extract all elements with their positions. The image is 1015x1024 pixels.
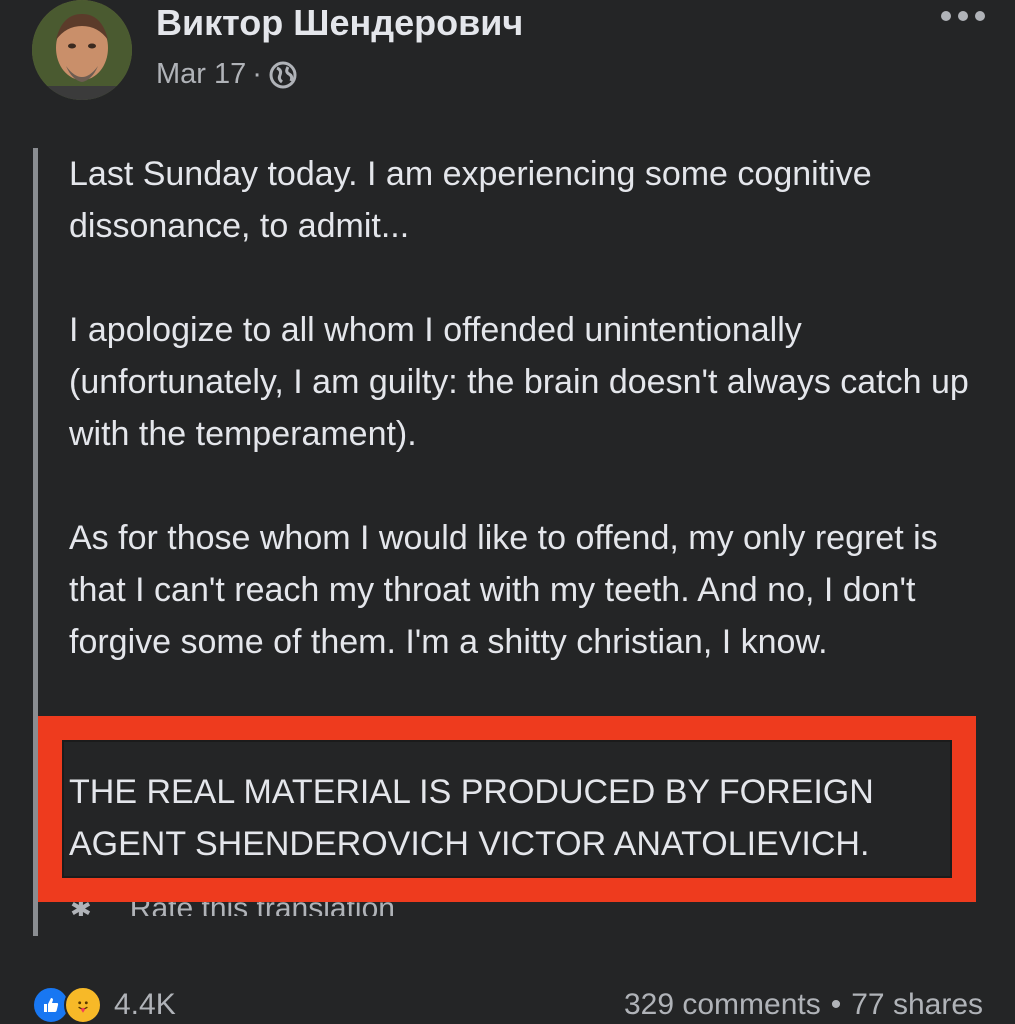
author-avatar[interactable] [32, 0, 132, 100]
stats-separator: • [830, 988, 842, 1021]
meta-separator: · [252, 58, 262, 90]
shares-count[interactable]: 77 shares [851, 988, 983, 1022]
foreign-agent-notice: THE REAL MATERIAL IS PRODUCED BY FOREIGN… [69, 773, 874, 863]
more-dot [941, 11, 951, 21]
post-meta: Mar 17 · [156, 58, 298, 91]
post-footer: 4.4K 329 comments • 77 shares [0, 980, 1015, 1024]
post-paragraph: I apologize to all whom I offended unint… [69, 311, 969, 453]
more-dot [958, 11, 968, 21]
comments-count[interactable]: 329 comments [624, 988, 821, 1022]
care-icon [64, 986, 102, 1024]
more-options-icon[interactable] [941, 4, 985, 28]
engagement-stats: 329 comments • 77 shares [624, 988, 983, 1022]
avatar-image [32, 0, 132, 100]
globe-icon[interactable] [268, 60, 298, 90]
more-dot [975, 11, 985, 21]
reactions-summary[interactable]: 4.4K [32, 986, 176, 1024]
reaction-count: 4.4K [114, 988, 176, 1021]
post-date[interactable]: Mar 17 [156, 58, 246, 91]
post-header: Виктор Шендерович Mar 17 · [0, 0, 1015, 110]
post-paragraph: As for those whom I would like to offend… [69, 519, 938, 661]
author-name[interactable]: Виктор Шендерович [156, 2, 523, 44]
post-body: Last Sunday today. I am experiencing som… [69, 148, 969, 668]
post-paragraph: Last Sunday today. I am experiencing som… [69, 155, 872, 245]
